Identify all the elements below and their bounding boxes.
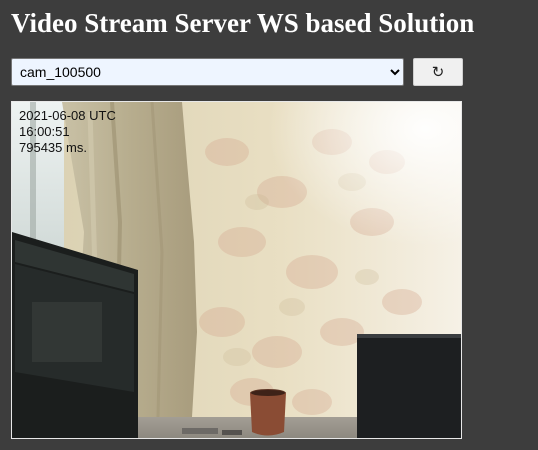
camera-select[interactable]: cam_100500: [11, 58, 404, 86]
overlay-milliseconds: 795435 ms.: [19, 140, 87, 155]
overlay-date: 2021-06-08 UTC: [19, 108, 116, 123]
page-title: Video Stream Server WS based Solution: [11, 8, 475, 38]
refresh-icon: ↻: [431, 63, 445, 81]
refresh-button[interactable]: ↻: [413, 58, 463, 86]
video-stream: 2021-06-08 UTC 16:00:51 795435 ms.: [11, 101, 462, 439]
overlay-time: 16:00:51: [19, 124, 70, 139]
timestamp-overlay: 2021-06-08 UTC 16:00:51 795435 ms.: [19, 108, 116, 156]
